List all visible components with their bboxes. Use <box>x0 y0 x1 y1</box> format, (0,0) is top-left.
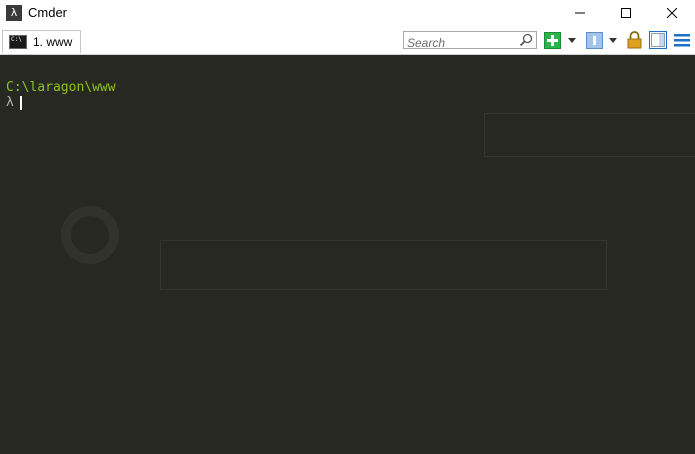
panels-dropdown[interactable] <box>606 30 620 50</box>
panel-icon <box>585 31 603 49</box>
text-cursor <box>19 95 22 110</box>
lock-icon <box>627 31 641 49</box>
title-bar[interactable]: λ Cmder <box>0 0 695 25</box>
close-icon <box>667 7 677 18</box>
ghost-table <box>160 240 607 290</box>
prompt-path: C:\laragon\www <box>6 80 116 95</box>
minimize-icon <box>575 12 585 13</box>
console-icon <box>9 35 27 49</box>
prompt-lambda: λ <box>6 95 14 110</box>
maximize-button[interactable] <box>603 0 649 25</box>
cmder-window: λ Cmder 1. www <box>0 0 695 454</box>
new-console-icon <box>543 31 561 49</box>
tab-toolbar: 1. www <box>0 25 695 55</box>
prompt-line[interactable]: λ <box>6 95 22 110</box>
maximize-icon <box>621 7 631 18</box>
window-title: Cmder <box>28 5 68 20</box>
chevron-down-icon <box>568 37 576 43</box>
new-console-dropdown[interactable] <box>565 30 579 50</box>
chevron-down-icon <box>609 37 617 43</box>
console-area[interactable]: C:\laragon\www λ <box>0 55 695 454</box>
tab-www[interactable]: 1. www <box>2 30 82 53</box>
ghost-logo <box>61 206 119 264</box>
lambda-icon: λ <box>6 4 22 21</box>
new-console-button[interactable] <box>543 30 561 50</box>
minimize-button[interactable] <box>557 0 603 25</box>
tab-label: 1. www <box>33 35 73 49</box>
ghost-panel <box>484 113 695 157</box>
lock-button[interactable] <box>625 30 643 50</box>
search-icon[interactable] <box>519 33 533 47</box>
layout-button[interactable] <box>648 30 668 50</box>
window-controls <box>557 0 695 25</box>
menu-button[interactable] <box>673 30 691 50</box>
panels-button[interactable] <box>585 30 603 50</box>
search-input[interactable] <box>404 35 517 51</box>
layout-icon <box>649 31 667 49</box>
menu-icon <box>674 34 690 47</box>
close-button[interactable] <box>649 0 695 25</box>
search-box <box>403 31 537 51</box>
